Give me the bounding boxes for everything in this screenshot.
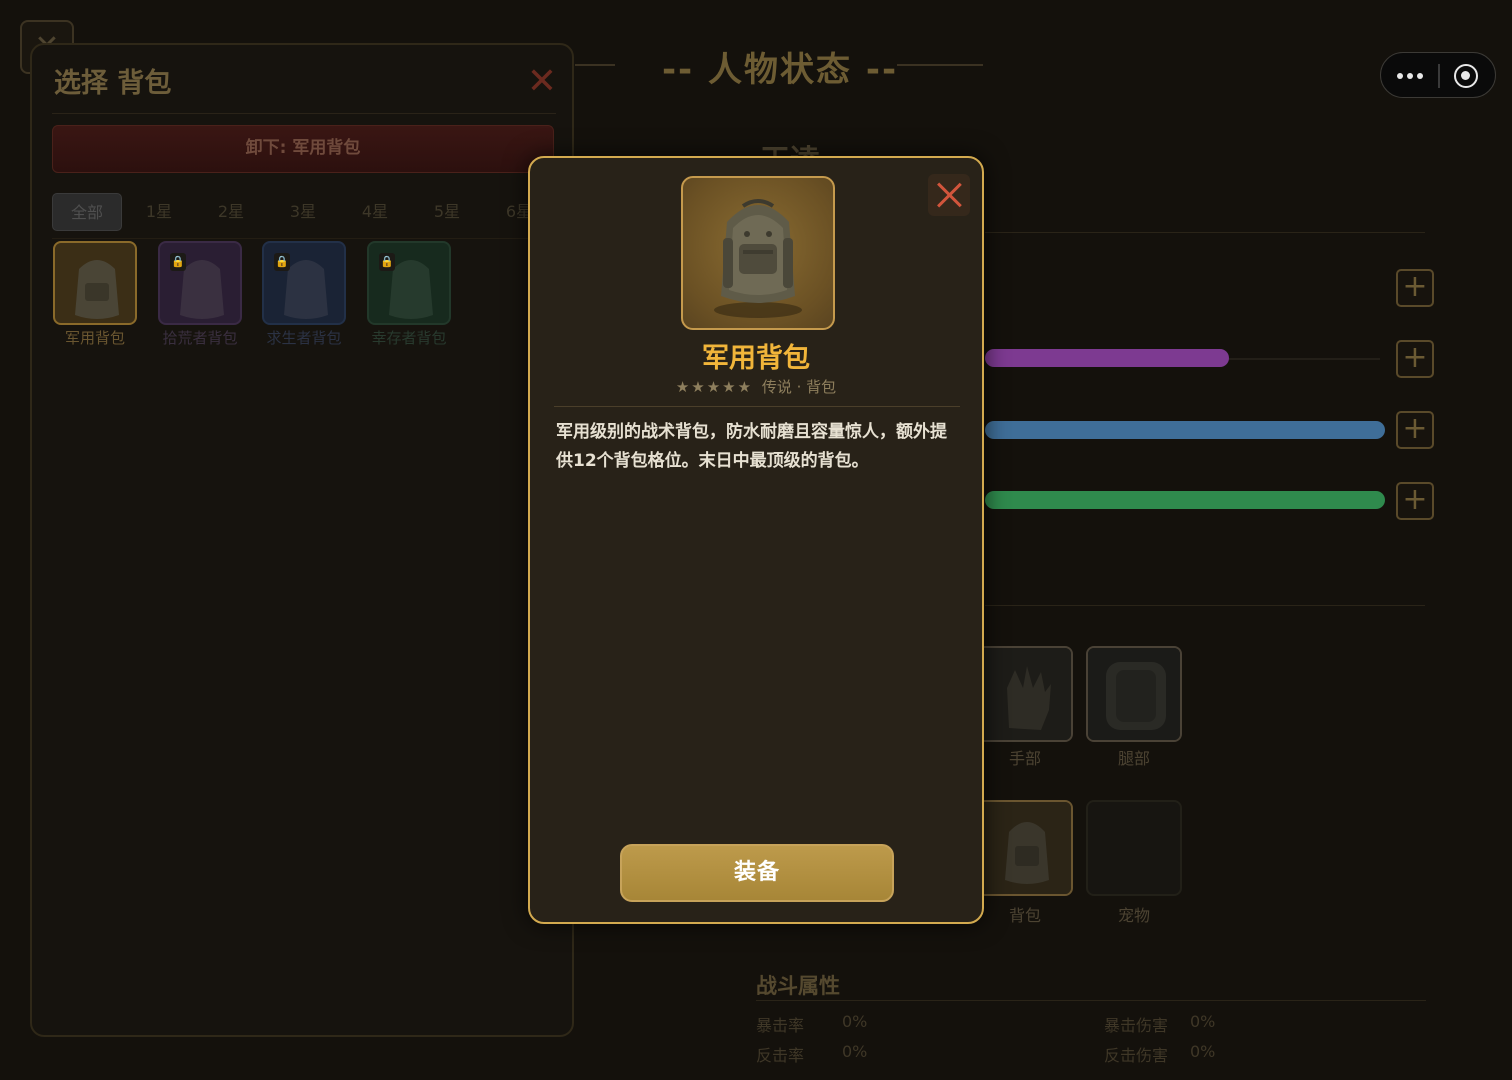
game-screen: ✕ -- 人物状态 -- 王逵 + + + +: [0, 0, 1512, 1080]
item-detail-modal: 军用背包 ★★★★★ 传说 · 背包 军用级别的战术背包，防水耐磨且容量惊人，额…: [528, 156, 984, 924]
backpack-icon: [714, 199, 802, 318]
item-rarity-line: ★★★★★ 传说 · 背包: [530, 376, 982, 397]
item-name: 军用背包: [702, 343, 810, 374]
equip-button[interactable]: 装备: [620, 844, 894, 902]
item-description: 军用级别的战术背包，防水耐磨且容量惊人，额外提供12个背包格位。末日中最顶级的背…: [556, 422, 947, 471]
item-icon-frame: [681, 176, 835, 330]
modal-divider: [554, 406, 960, 407]
item-rarity-type: 传说 · 背包: [761, 378, 837, 396]
modal-close-button[interactable]: [928, 174, 970, 216]
rarity-stars: ★★★★★: [675, 378, 754, 396]
